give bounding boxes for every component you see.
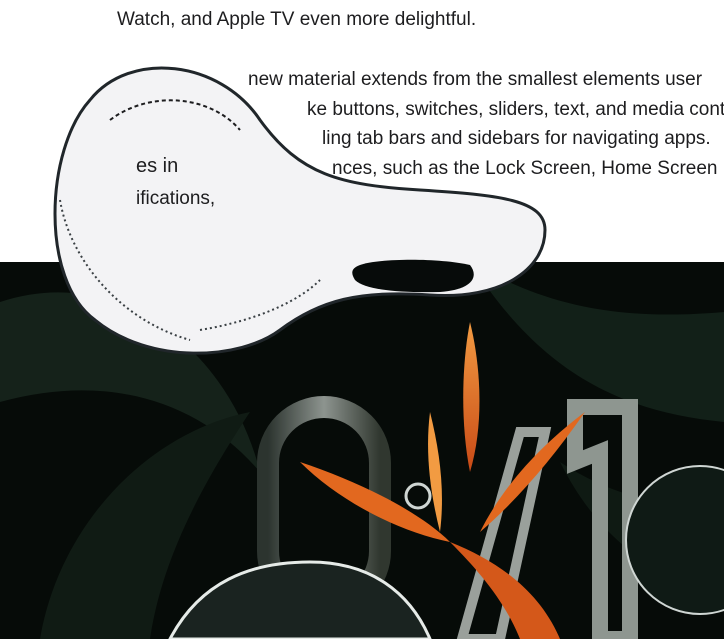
article-line: nces, such as the Lock Screen, Home Scre…: [332, 157, 718, 179]
article-paragraph-1: Watch, and Apple TV even more delightful…: [117, 9, 477, 30]
hero-artwork: [0, 262, 724, 639]
article-line: new material extends from the smallest e…: [248, 69, 703, 90]
hero-image: [0, 262, 724, 639]
article-line: , and m: [362, 187, 426, 208]
article-line: ling tab bars and sidebars for navigatin…: [322, 128, 711, 149]
article-line: ke buttons, switches, sliders, text, and…: [307, 98, 724, 120]
article-paragraph-2: new material extends from the smallest e…: [117, 65, 724, 213]
